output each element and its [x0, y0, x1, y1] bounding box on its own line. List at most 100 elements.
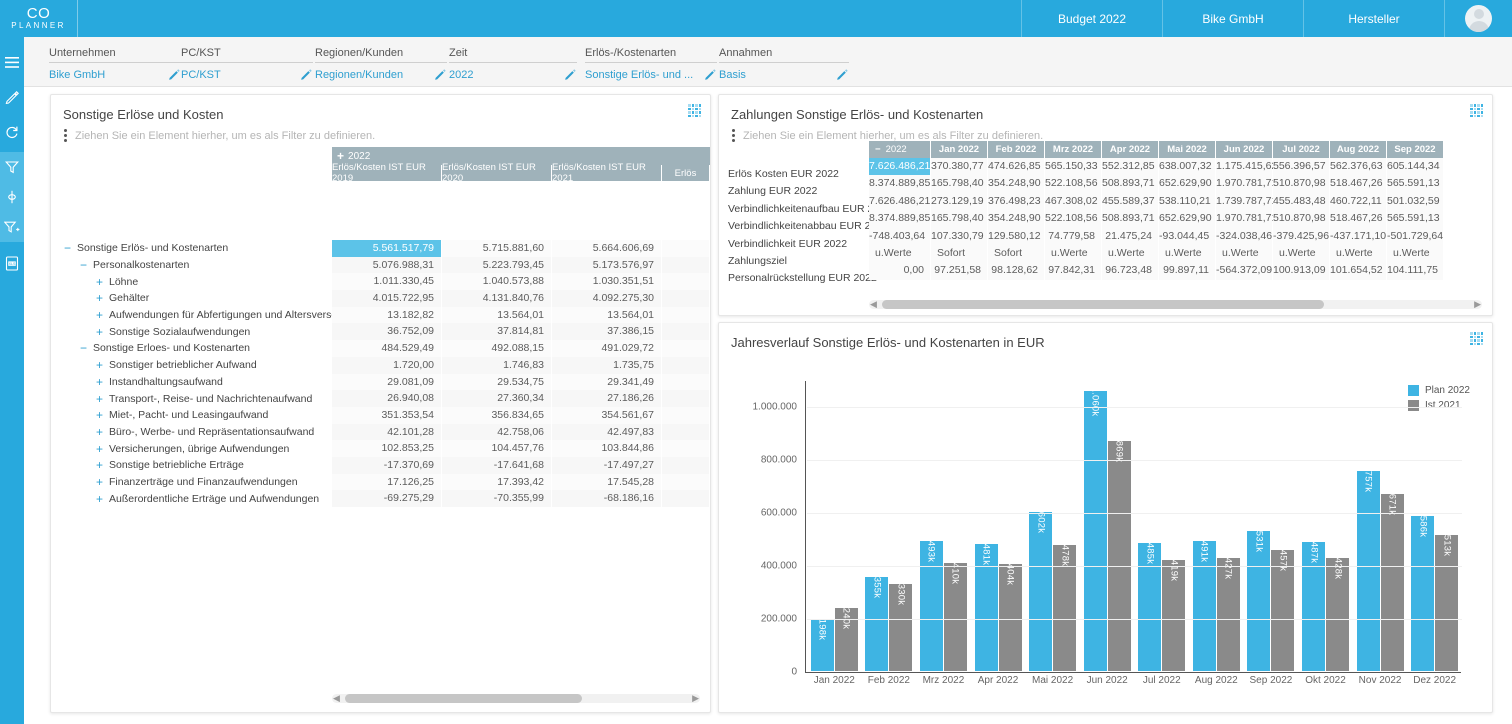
- left-grid-cell[interactable]: [662, 357, 710, 374]
- scroll-thumb[interactable]: [882, 300, 1324, 309]
- right-col-header[interactable]: Feb 2022: [988, 141, 1045, 158]
- right-grid-cell[interactable]: u.Werte: [1387, 245, 1444, 262]
- right-grid-row[interactable]: 0,0097.251,5898.128,6297.842,3196.723,48…: [869, 262, 1492, 279]
- left-grid-row[interactable]: 4.015.722,954.131.840,764.092.275,30: [332, 290, 710, 307]
- left-grid-cell[interactable]: -17.641,68: [442, 457, 552, 474]
- left-grid-cell[interactable]: [662, 374, 710, 391]
- right-grid-cell[interactable]: -501.729,64: [1387, 228, 1444, 245]
- filter-value[interactable]: 2022: [449, 69, 473, 81]
- right-grid-cell[interactable]: 370.380,77: [931, 158, 988, 175]
- right-grid-cell[interactable]: 104.111,75: [1387, 262, 1444, 279]
- filter-value[interactable]: Bike GmbH: [49, 69, 105, 81]
- left-grid-cell[interactable]: [662, 307, 710, 324]
- tree-toggle-icon[interactable]: +: [94, 360, 105, 370]
- left-grid-cell[interactable]: 5.076.988,31: [332, 257, 442, 274]
- right-grid-cell[interactable]: 21.475,24: [1102, 228, 1159, 245]
- scroll-right-arrow[interactable]: ▶: [1474, 299, 1481, 310]
- right-grid-row[interactable]: 8.374.889,85165.798,40354.248,90522.108,…: [869, 210, 1492, 227]
- refresh-icon[interactable]: [0, 117, 24, 147]
- left-grid-cell[interactable]: 484.529,49: [332, 340, 442, 357]
- left-grid-cell[interactable]: 42.101,28: [332, 424, 442, 441]
- bar-plan[interactable]: 198k: [811, 619, 834, 671]
- right-grid-cell[interactable]: 565.591,13: [1387, 175, 1444, 192]
- right-grid-total-cell[interactable]: 8.374.889,85: [869, 175, 931, 192]
- left-grid-row[interactable]: 484.529,49492.088,15491.029,72: [332, 340, 710, 357]
- left-grid-cell[interactable]: -17.497,27: [552, 457, 662, 474]
- scroll-left-arrow[interactable]: ◀: [333, 693, 340, 704]
- left-grid-cell[interactable]: 4.015.722,95: [332, 290, 442, 307]
- right-col-header[interactable]: Jul 2022: [1273, 141, 1330, 158]
- filter-value[interactable]: Regionen/Kunden: [315, 69, 403, 81]
- pencil-icon[interactable]: [168, 68, 181, 81]
- left-grid-cell[interactable]: 1.040.573,88: [442, 273, 552, 290]
- right-grid-total-cell[interactable]: 8.374.889,85: [869, 210, 931, 227]
- bar-ist[interactable]: 419k: [1162, 560, 1185, 671]
- left-grid-row[interactable]: -69.275,29-70.355,99-68.186,16: [332, 490, 710, 507]
- left-grid-row[interactable]: 36.752,0937.814,8137.386,15: [332, 323, 710, 340]
- right-grid-cell[interactable]: 652.629,90: [1159, 210, 1216, 227]
- left-grid-cell[interactable]: 42.758,06: [442, 424, 552, 441]
- right-grid-cell[interactable]: 474.626,85: [988, 158, 1045, 175]
- tree-toggle-icon[interactable]: +: [94, 427, 105, 437]
- tree-toggle-icon[interactable]: +: [94, 394, 105, 404]
- left-grid-cell[interactable]: 17.545,28: [552, 474, 662, 491]
- right-grid-cell[interactable]: 522.108,56: [1045, 175, 1102, 192]
- left-grid-cell[interactable]: [662, 390, 710, 407]
- right-grid-cell[interactable]: 510.870,98: [1273, 210, 1330, 227]
- right-grid-total-cell[interactable]: u.Werte: [869, 245, 931, 262]
- left-tree-row[interactable]: +Transport-, Reise- und Nachrichtenaufwa…: [51, 390, 332, 407]
- right-col-header[interactable]: Apr 2022: [1102, 141, 1159, 158]
- right-table-row-label[interactable]: Personalrückstellung EUR 2022: [719, 270, 869, 287]
- xls-export-icon[interactable]: XLS: [0, 248, 24, 278]
- bar-ist[interactable]: 404k: [999, 564, 1022, 671]
- bar-ist[interactable]: 478k: [1053, 545, 1076, 671]
- left-grid-row[interactable]: 351.353,54356.834,65354.561,67: [332, 407, 710, 424]
- user-avatar-button[interactable]: [1444, 0, 1512, 37]
- right-table-row-label[interactable]: Verbindlichkeitenabbau EUR 2022: [719, 218, 869, 235]
- right-grid-cell[interactable]: -564.372,09: [1216, 262, 1273, 279]
- right-grid-total-cell[interactable]: -748.403,64: [869, 228, 931, 245]
- header-item-hersteller[interactable]: Hersteller: [1303, 0, 1444, 37]
- left-grid-cell[interactable]: 13.564,01: [552, 307, 662, 324]
- left-grid-row[interactable]: 5.561.517,795.715.881,605.664.606,69: [332, 240, 710, 257]
- left-grid-cell[interactable]: 13.182,82: [332, 307, 442, 324]
- right-grid-cell[interactable]: 638.007,32: [1159, 158, 1216, 175]
- right-grid-cell[interactable]: 354.248,90: [988, 210, 1045, 227]
- left-tree-row[interactable]: −Personalkostenarten: [51, 257, 332, 274]
- right-year-header[interactable]: −2022: [869, 141, 931, 158]
- scroll-left-arrow[interactable]: ◀: [870, 299, 877, 310]
- right-table-row-label[interactable]: Zahlung EUR 2022: [719, 183, 869, 200]
- left-tree-row[interactable]: +Sonstiger betrieblicher Aufwand: [51, 357, 332, 374]
- right-grid-cell[interactable]: 74.779,58: [1045, 228, 1102, 245]
- bar-plan[interactable]: 602k: [1029, 512, 1052, 671]
- right-grid-cell[interactable]: 562.376,63: [1330, 158, 1387, 175]
- right-grid-cell[interactable]: u.Werte: [1273, 245, 1330, 262]
- left-tree-row[interactable]: −Sonstige Erloes- und Kostenarten: [51, 340, 332, 357]
- left-tree-row[interactable]: +Löhne: [51, 273, 332, 290]
- right-grid-cell[interactable]: 552.312,85: [1102, 158, 1159, 175]
- right-grid-cell[interactable]: -379.425,96: [1273, 228, 1330, 245]
- left-grid-row[interactable]: 1.720,001.746,831.735,75: [332, 357, 710, 374]
- tree-toggle-icon[interactable]: −: [78, 260, 89, 270]
- left-grid-cell[interactable]: 491.029,72: [552, 340, 662, 357]
- right-grid-cell[interactable]: 129.580,12: [988, 228, 1045, 245]
- left-grid-cell[interactable]: [662, 257, 710, 274]
- right-table-row-label[interactable]: Zahlungsziel: [719, 253, 869, 270]
- left-grid-cell[interactable]: 5.223.793,45: [442, 257, 552, 274]
- right-table-hscrollbar[interactable]: ◀ ▶: [869, 300, 1482, 309]
- left-grid-cell[interactable]: 29.081,09: [332, 374, 442, 391]
- left-tree-row[interactable]: −Sonstige Erlös- und Kostenarten: [51, 240, 332, 257]
- left-grid-cell[interactable]: [662, 490, 710, 507]
- bar-ist[interactable]: 330k: [889, 584, 912, 671]
- left-grid-cell[interactable]: 1.011.330,45: [332, 273, 442, 290]
- right-table-row-label[interactable]: Verbindlichkeitenaufbau EUR 2022: [719, 201, 869, 218]
- left-grid-cell[interactable]: 103.844,86: [552, 440, 662, 457]
- tree-toggle-icon[interactable]: +: [94, 410, 105, 420]
- left-grid-cell[interactable]: [662, 240, 710, 257]
- right-grid-cell[interactable]: 354.248,90: [988, 175, 1045, 192]
- pencil-icon[interactable]: [0, 82, 24, 112]
- left-grid-row[interactable]: 5.076.988,315.223.793,455.173.576,97: [332, 257, 710, 274]
- bar-ist[interactable]: 427k: [1217, 558, 1240, 671]
- scroll-thumb[interactable]: [345, 694, 582, 703]
- right-grid-row[interactable]: 7.626.486,21370.380,77474.626,85565.150,…: [869, 158, 1492, 175]
